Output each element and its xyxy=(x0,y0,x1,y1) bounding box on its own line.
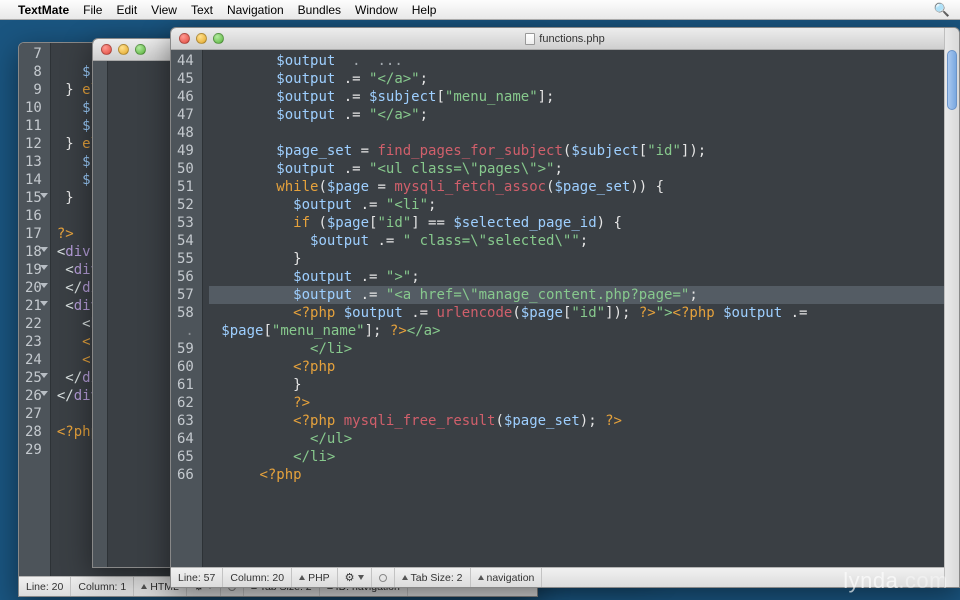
menu-bundles[interactable]: Bundles xyxy=(298,3,341,17)
menu-text[interactable]: Text xyxy=(191,3,213,17)
menu-bar: TextMate File Edit View Text Navigation … xyxy=(0,0,960,20)
code-area[interactable]: $output . ... $output .= "</a>"; $output… xyxy=(203,50,959,567)
close-icon[interactable] xyxy=(101,44,112,55)
document-icon xyxy=(525,33,535,45)
status-line: Line: 20 xyxy=(19,577,71,596)
record-icon xyxy=(379,574,387,582)
editor-body[interactable]: 444546474849505152535455565758.596061626… xyxy=(171,50,959,567)
menu-navigation[interactable]: Navigation xyxy=(227,3,284,17)
zoom-icon[interactable] xyxy=(135,44,146,55)
status-col: Column: 20 xyxy=(223,568,292,587)
status-tab[interactable]: Tab Size: 2 xyxy=(395,568,471,587)
spotlight-icon[interactable]: 🔍 xyxy=(934,2,950,18)
scroll-thumb[interactable] xyxy=(947,50,957,110)
window-title: functions.php xyxy=(539,33,604,45)
vertical-scrollbar[interactable] xyxy=(944,50,959,567)
gear-icon: ⚙ xyxy=(345,571,355,584)
status-line: Line: 57 xyxy=(171,568,223,587)
status-record[interactable] xyxy=(372,568,395,587)
status-col: Column: 1 xyxy=(71,577,134,596)
menu-view[interactable]: View xyxy=(151,3,177,17)
app-name[interactable]: TextMate xyxy=(18,3,69,17)
status-lang[interactable]: PHP xyxy=(292,568,338,587)
status-bar: Line: 57 Column: 20 PHP ⚙ Tab Size: 2 na… xyxy=(171,567,959,587)
menu-window[interactable]: Window xyxy=(355,3,398,17)
status-scope[interactable]: navigation xyxy=(471,568,543,587)
status-gear[interactable]: ⚙ xyxy=(338,568,372,587)
menu-edit[interactable]: Edit xyxy=(116,3,137,17)
minimize-icon[interactable] xyxy=(196,33,207,44)
gutter: 7891011121314151617181920212223242526272… xyxy=(19,43,51,576)
minimize-icon[interactable] xyxy=(118,44,129,55)
menu-help[interactable]: Help xyxy=(412,3,437,17)
gutter: 444546474849505152535455565758.596061626… xyxy=(171,50,203,567)
menu-file[interactable]: File xyxy=(83,3,102,17)
zoom-icon[interactable] xyxy=(213,33,224,44)
close-icon[interactable] xyxy=(179,33,190,44)
editor-window-front: functions.php 44454647484950515253545556… xyxy=(170,27,960,588)
title-bar[interactable]: functions.php xyxy=(171,28,959,50)
watermark: lynda.com xyxy=(843,568,948,594)
